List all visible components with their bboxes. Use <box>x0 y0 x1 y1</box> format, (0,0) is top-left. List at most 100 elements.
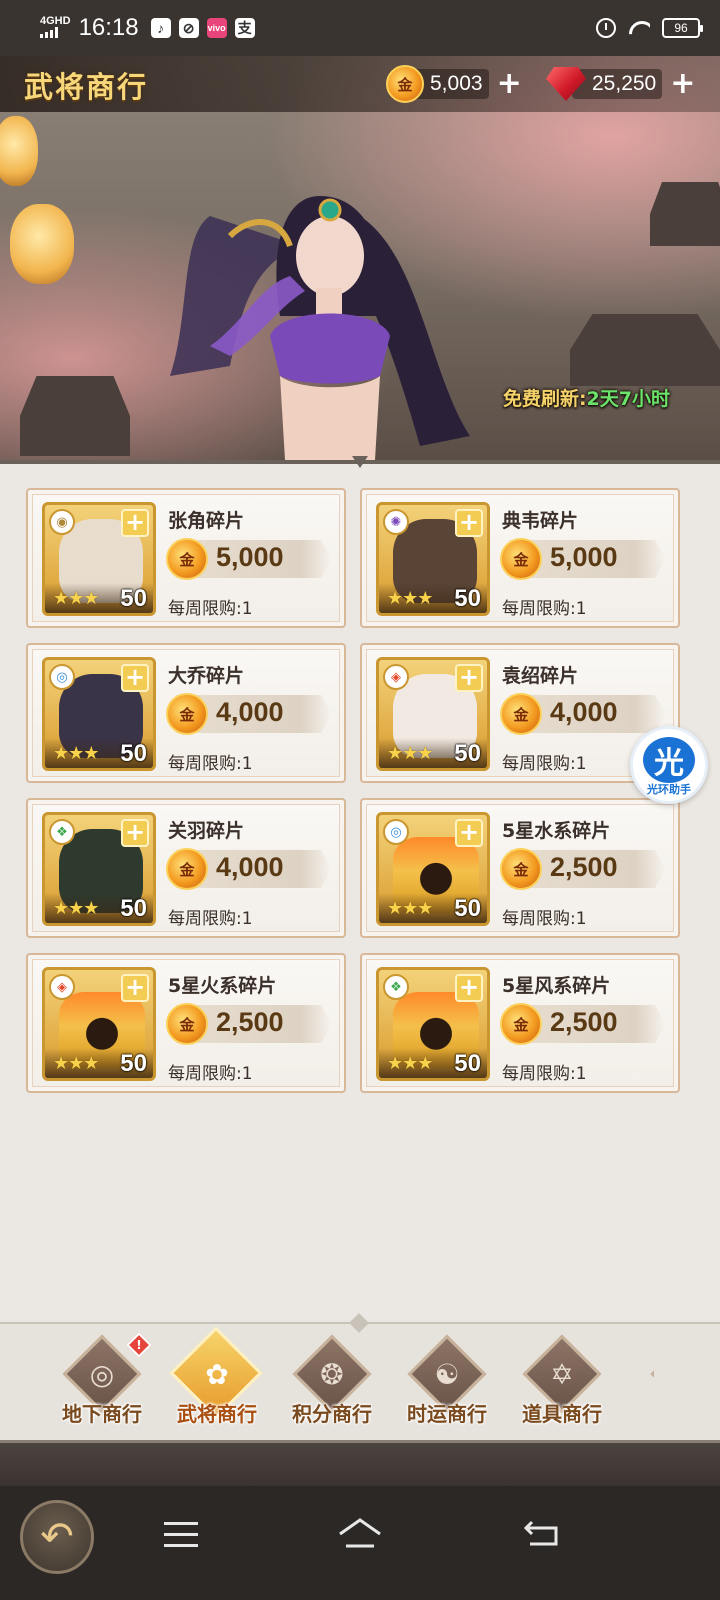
item-quantity: 50 <box>120 1050 147 1077</box>
tab-fortune-shop[interactable]: ☯ 时运商行 <box>389 1328 501 1438</box>
pavilion-roof <box>650 182 720 246</box>
item-portrait: ✺ + ★★★ 50 <box>376 502 490 616</box>
lantern-icon <box>10 204 74 284</box>
item-name: 5星风系碎片 <box>502 975 611 997</box>
wifi-icon <box>628 19 650 37</box>
tab-glyph: ✡ <box>550 1358 574 1391</box>
purchase-limit: 每周限购:1 <box>168 909 253 929</box>
home-icon[interactable] <box>336 1516 384 1550</box>
purchase-limit: 每周限购:1 <box>168 754 253 774</box>
shop-item-card[interactable]: ◉ + ★★★ 50 张角碎片金 5,000 每周限购:1 <box>26 488 346 628</box>
add-gold-button[interactable]: + <box>497 69 522 99</box>
add-gem-button[interactable]: + <box>670 69 695 99</box>
item-quantity: 50 <box>454 585 481 612</box>
shard-piece-icon: + <box>121 509 149 537</box>
tab-item-shop[interactable]: ✡ 道具商行 <box>504 1328 616 1438</box>
star-rating: ★★★ <box>53 898 99 919</box>
halo-assistant-label: 光环助手 <box>647 783 691 796</box>
halo-assistant-icon: 光 <box>643 737 695 783</box>
water-element-icon: ◎ <box>49 664 75 690</box>
item-quantity: 50 <box>454 1050 481 1077</box>
item-name: 袁绍碎片 <box>502 665 579 687</box>
tab-glyph: ❂ <box>320 1358 344 1391</box>
item-portrait: ◉ + ★★★ 50 <box>42 502 156 616</box>
status-bar: 4GHD 16:18 ♪ ⊘ vivo 支 96 <box>0 0 720 56</box>
shop-item-card[interactable]: ✺ + ★★★ 50 典韦碎片金 5,000 每周限购:1 <box>360 488 680 628</box>
page-title: 武将商行 <box>24 70 149 104</box>
item-quantity: 50 <box>120 740 147 767</box>
item-name: 5星火系碎片 <box>168 975 277 997</box>
gold-coin-icon: 金 <box>500 848 542 890</box>
item-portrait: ◎ + ★★★ 50 <box>42 657 156 771</box>
tab-more-shop[interactable]: 垂 <box>632 1328 654 1438</box>
tab-glyph: ☯ <box>434 1358 460 1391</box>
shard-piece-icon: + <box>455 509 483 537</box>
tab-label: 道具商行 <box>522 1402 602 1426</box>
free-refresh-timer: 免费刷新:2天7小时 <box>503 384 670 411</box>
gold-coin-icon: 金 <box>166 848 208 890</box>
item-price: 5,000 <box>216 542 284 572</box>
item-name: 关羽碎片 <box>168 820 245 842</box>
fire-element-icon: ◈ <box>383 664 409 690</box>
alarm-icon <box>596 18 616 38</box>
star-rating: ★★★ <box>53 743 99 764</box>
tab-label: 地下商行 <box>62 1402 142 1426</box>
item-name: 5星水系碎片 <box>502 820 611 842</box>
item-price: 4,000 <box>550 697 618 727</box>
shop-item-card[interactable]: ❖ + ★★★ 50 5星风系碎片金 2,500 每周限购:1 <box>360 953 680 1093</box>
purchase-limit: 每周限购:1 <box>502 909 587 929</box>
recent-apps-icon[interactable] <box>164 1522 198 1548</box>
gold-coin-icon: 金 <box>500 538 542 580</box>
shard-piece-icon: + <box>455 664 483 692</box>
tiktok-icon: ♪ <box>150 18 171 38</box>
halo-assistant-button[interactable]: 光 光环助手 <box>630 726 708 804</box>
purchase-limit: 每周限购:1 <box>168 599 253 619</box>
fire-element-icon: ◈ <box>49 974 75 1000</box>
gold-coin-icon: 金 <box>386 65 424 103</box>
shop-item-card[interactable]: ◎ + ★★★ 50 5星水系碎片金 2,500 每周限购:1 <box>360 798 680 938</box>
purchase-limit: 每周限购:1 <box>502 754 587 774</box>
gold-coin-icon: 金 <box>166 693 208 735</box>
free-refresh-value: 2天7小时 <box>586 388 670 410</box>
purchase-limit: 每周限购:1 <box>502 599 587 619</box>
item-price: 2,500 <box>216 1007 284 1037</box>
item-quantity: 50 <box>454 740 481 767</box>
shop-item-card[interactable]: ◈ + ★★★ 50 5星火系碎片金 2,500 每周限购:1 <box>26 953 346 1093</box>
tab-label: 时运商行 <box>407 1402 487 1426</box>
tab-general-shop[interactable]: ✿ 武将商行 <box>159 1326 271 1438</box>
item-portrait: ❖ + ★★★ 50 <box>376 967 490 1081</box>
purchase-limit: 每周限购:1 <box>502 1064 587 1084</box>
tab-label: 垂 <box>632 1398 654 1427</box>
gem-amount: 25,250 <box>572 69 663 99</box>
back-icon[interactable] <box>522 1518 562 1548</box>
water-element-icon: ◎ <box>383 819 409 845</box>
pavilion-roof <box>570 314 720 386</box>
shop-item-card[interactable]: ◎ + ★★★ 50 大乔碎片金 4,000 每周限购:1 <box>26 643 346 783</box>
item-price: 4,000 <box>216 852 284 882</box>
tab-points-shop[interactable]: ❂ 积分商行 <box>274 1328 386 1438</box>
alipay-icon: 支 <box>234 18 255 38</box>
star-rating: ★★★ <box>387 1053 433 1074</box>
item-quantity: 50 <box>454 895 481 922</box>
star-rating: ★★★ <box>53 588 99 609</box>
video-app-icon: vivo <box>206 18 227 38</box>
footer-strip <box>0 1440 720 1486</box>
gold-coin-icon: 金 <box>500 1003 542 1045</box>
shard-piece-icon: + <box>121 819 149 847</box>
gold-coin-icon: 金 <box>166 538 208 580</box>
game-back-button[interactable]: ↶ <box>20 1500 94 1574</box>
shard-piece-icon: + <box>455 974 483 1002</box>
purchase-limit: 每周限购:1 <box>168 1064 253 1084</box>
item-price: 4,000 <box>216 697 284 727</box>
item-portrait: ◎ + ★★★ 50 <box>376 812 490 926</box>
item-name: 大乔碎片 <box>168 665 245 687</box>
signal-indicator: 4GHD <box>40 15 71 41</box>
link-icon: ⊘ <box>178 18 199 38</box>
item-name: 张角碎片 <box>168 510 245 532</box>
star-rating: ★★★ <box>387 898 433 919</box>
shop-tabs: ◎ 地下商行! ✿ 武将商行 ❂ 积分商行 ☯ 时运商行 ✡ 道具商行 垂 <box>0 1313 720 1440</box>
gold-coin-icon: 金 <box>500 693 542 735</box>
shop-item-card[interactable]: ❖ + ★★★ 50 关羽碎片金 4,000 每周限购:1 <box>26 798 346 938</box>
item-portrait: ◈ + ★★★ 50 <box>42 967 156 1081</box>
gold-coin-icon: 金 <box>166 1003 208 1045</box>
